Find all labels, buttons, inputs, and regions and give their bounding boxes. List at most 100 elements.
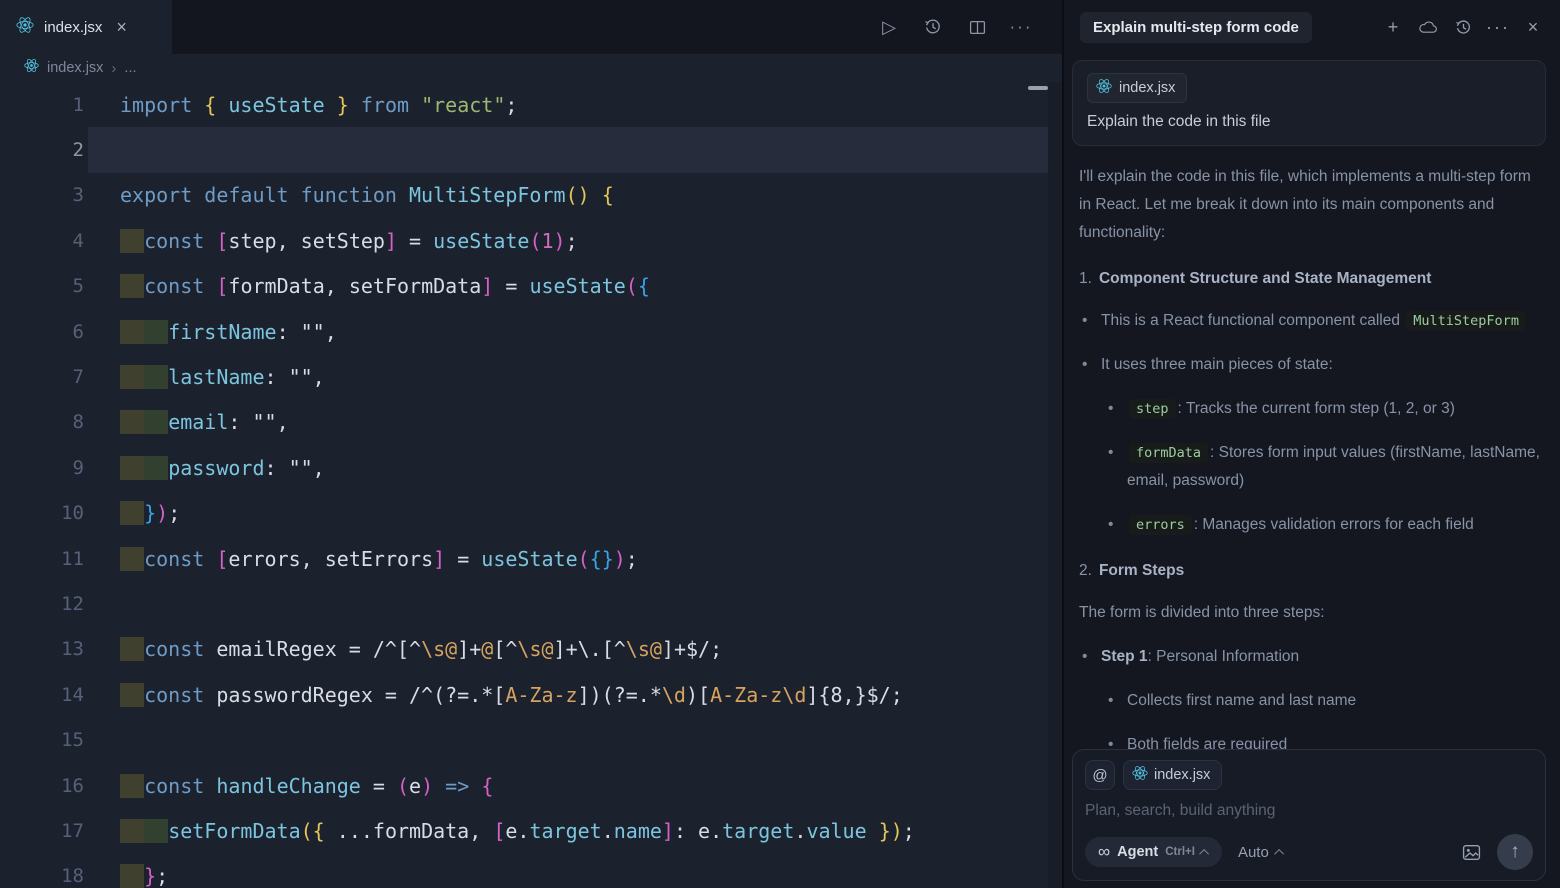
editor-scrollbar[interactable] [1048, 82, 1062, 888]
history-icon[interactable] [1452, 16, 1474, 38]
line-number: 18 [0, 865, 120, 887]
run-button[interactable]: ▷ [878, 16, 900, 38]
tab-index-jsx[interactable]: index.jsx × [0, 0, 172, 54]
bullet-dot: • [1079, 643, 1101, 671]
bullet-dot: • [1105, 511, 1127, 539]
chat-input-box[interactable]: @ index.jsx ∞ Agent Ctrl+I Auto [1072, 749, 1546, 881]
text: : Tracks the current form step (1, 2, or… [1178, 400, 1455, 417]
breadcrumb: index.jsx › ... [0, 54, 1062, 82]
line-number: 17 [0, 820, 120, 842]
heading-text: Form Steps [1099, 562, 1184, 579]
bullet-text: Collects first name and last name [1127, 687, 1544, 715]
chat-paragraph: I'll explain the code in this file, whic… [1079, 163, 1544, 247]
text: This is a React functional component cal… [1101, 312, 1404, 329]
breadcrumb-file[interactable]: index.jsx [47, 60, 103, 76]
inline-code: formData [1129, 443, 1208, 463]
heading-number: 2. [1079, 562, 1092, 579]
code-line-text: export default function MultiStepForm() … [120, 183, 614, 207]
code-line: 11 const [errors, setErrors] = useState(… [0, 536, 1062, 581]
code-line-text: firstName: "", [120, 320, 337, 344]
breadcrumb-symbol[interactable]: ... [124, 60, 136, 76]
text: It uses three main pieces of state: [1101, 356, 1333, 373]
chat-pane: Explain multi-step form code + ··· × ind… [1062, 0, 1560, 888]
heading-text: Component Structure and State Management [1099, 270, 1431, 287]
close-icon[interactable]: × [112, 16, 131, 38]
more-actions-button[interactable]: ··· [1010, 16, 1032, 38]
line-number: 15 [0, 729, 120, 751]
code-line-text: const handleChange = (e) => { [120, 774, 493, 798]
breadcrumb-separator: › [111, 60, 116, 77]
bullet-text: Step 1: Personal Information [1101, 643, 1544, 671]
code-line-text: setFormData({ ...formData, [e.target.nam… [120, 819, 915, 843]
model-selector[interactable]: Auto [1238, 844, 1284, 861]
prompt-input[interactable] [1085, 802, 1533, 820]
chat-bullet: •errors: Manages validation errors for e… [1105, 511, 1544, 539]
code-line: 13 const emailRegex = /^[^\s@]+@[^\s@]+\… [0, 627, 1062, 672]
code-line: 15 [0, 717, 1062, 762]
code-line: 14 const passwordRegex = /^(?=.*[A-Za-z]… [0, 672, 1062, 717]
chat-paragraph: The form is divided into three steps: [1079, 599, 1544, 627]
line-number: 14 [0, 684, 120, 706]
code-line: 16 const handleChange = (e) => { [0, 763, 1062, 808]
line-number: 4 [0, 230, 120, 252]
code-line-text: }; [120, 864, 168, 888]
code-line-text: const [formData, setFormData] = useState… [120, 274, 650, 298]
split-editor-button[interactable] [966, 16, 988, 38]
line-number: 3 [0, 184, 120, 206]
send-button[interactable]: ↑ [1497, 834, 1533, 870]
line-number: 5 [0, 275, 120, 297]
code-line: 1import { useState } from "react"; [0, 82, 1062, 127]
code-editor[interactable]: 1import { useState } from "react";2 3expo… [0, 82, 1062, 888]
bullet-dot: • [1105, 395, 1127, 423]
bullet-text: It uses three main pieces of state: [1101, 351, 1544, 379]
mode-selector[interactable]: ∞ Agent Ctrl+I [1085, 837, 1222, 867]
code-line: 18 }; [0, 854, 1062, 888]
code-line-text: }); [120, 501, 180, 525]
close-icon[interactable]: × [1522, 16, 1544, 38]
code-line-text: const [step, setStep] = useState(1); [120, 229, 578, 253]
bullet-text: This is a React functional component cal… [1101, 307, 1544, 335]
chat-bullet: •It uses three main pieces of state: [1079, 351, 1544, 379]
infinity-icon: ∞ [1098, 842, 1110, 862]
chevron-up-icon [1199, 848, 1209, 858]
cloud-icon[interactable] [1417, 16, 1439, 38]
plus-icon[interactable]: + [1382, 16, 1404, 38]
code-line: 4 const [step, setStep] = useState(1); [0, 218, 1062, 263]
context-file-chip[interactable]: index.jsx [1123, 760, 1222, 790]
mode-label: Agent [1117, 844, 1158, 860]
assistant-response: I'll explain the code in this file, whic… [1064, 146, 1560, 845]
context-file-name: index.jsx [1119, 80, 1175, 96]
code-line: 6 firstName: "", [0, 309, 1062, 354]
chat-heading: 1.Component Structure and State Manageme… [1079, 267, 1544, 291]
scrollbar-thumb[interactable] [1028, 86, 1048, 90]
bullet-text: errors: Manages validation errors for ea… [1127, 511, 1544, 539]
chevron-up-icon [1274, 848, 1284, 858]
code-line-text: const passwordRegex = /^(?=.*[A-Za-z])(?… [120, 683, 903, 707]
history-button[interactable] [922, 16, 944, 38]
text: I'll explain the code in this file, whic… [1079, 168, 1531, 241]
bullet-dot: • [1079, 351, 1101, 379]
line-number: 11 [0, 548, 120, 570]
context-file-chip[interactable]: index.jsx [1087, 73, 1187, 103]
more-icon[interactable]: ··· [1487, 16, 1509, 38]
text: The form is divided into three steps: [1079, 604, 1325, 621]
line-number: 7 [0, 366, 120, 388]
user-message-text: Explain the code in this file [1087, 113, 1531, 131]
code-line-text: const [errors, setErrors] = useState({})… [120, 547, 638, 571]
bullet-dot: • [1079, 307, 1101, 335]
editor-pane: index.jsx × ▷ ··· index.jsx › ... 1impor… [0, 0, 1062, 888]
line-number: 16 [0, 775, 120, 797]
model-label: Auto [1238, 844, 1269, 861]
code-line-text: lastName: "", [120, 365, 325, 389]
line-number: 8 [0, 411, 120, 433]
tab-label: index.jsx [44, 19, 102, 36]
chat-bullet: •Collects first name and last name [1105, 687, 1544, 715]
chat-tab-title[interactable]: Explain multi-step form code [1080, 12, 1312, 43]
image-attach-button[interactable] [1462, 843, 1481, 862]
code-line: 7 lastName: "", [0, 354, 1062, 399]
mention-button[interactable]: @ [1085, 760, 1115, 790]
code-line-text: const emailRegex = /^[^\s@]+@[^\s@]+\.[^… [120, 637, 722, 661]
code-line: 2 [0, 127, 1062, 172]
editor-toolbar: ▷ ··· [878, 0, 1032, 54]
input-context-row: @ index.jsx [1085, 760, 1533, 790]
